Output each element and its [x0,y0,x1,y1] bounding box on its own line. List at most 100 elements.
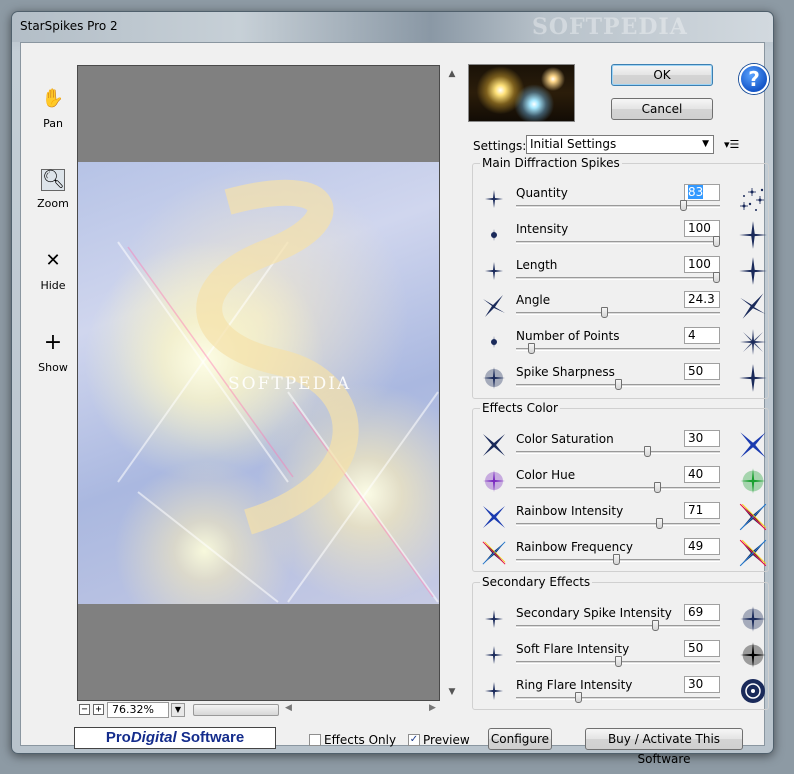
slider-value-input[interactable]: 49 [684,538,720,555]
slider-value-input[interactable]: 100 [684,256,720,273]
soft-flare-star-icon [481,642,507,668]
cancel-button[interactable]: Cancel [611,98,713,120]
angle-preview-icon [738,291,768,321]
plus-icon: + [43,330,63,355]
slider-value-input[interactable]: 100 [684,220,720,237]
scroll-right-icon[interactable]: ▶ [429,703,436,713]
slider-value-text: 30 [688,431,704,445]
slider-label: Angle [516,293,551,307]
tool-show[interactable]: + Show [33,330,73,375]
configure-button[interactable]: Configure [488,728,552,750]
window-title: StarSpikes Pro 2 [20,19,118,33]
zoom-dropdown-button[interactable]: ▼ [171,703,185,717]
sharpness-star-icon [481,365,507,391]
hue-star-icon [481,468,507,494]
slider-thumb[interactable] [644,446,651,457]
logo-part-pro: Pro [105,729,131,746]
magnifier-icon: 🔍︎ [41,169,65,191]
group-secondary-title: Secondary Effects [480,575,593,589]
slider-value-input[interactable]: 24.3 [684,291,720,308]
slider-value-input[interactable]: 83 [684,184,720,201]
rainbow-intensity-star-icon [481,504,507,530]
slider-label: Color Hue [516,468,576,482]
slider-value-text: 49 [688,539,704,553]
title-bar[interactable]: StarSpikes Pro 2 SOFTPEDIA [12,12,773,42]
slider-value-input[interactable]: 30 [684,430,720,447]
slider-thumb[interactable] [654,482,661,493]
slider-track[interactable] [516,625,720,628]
slider-value-input[interactable]: 40 [684,466,720,483]
chevron-down-icon: ▼ [702,139,709,149]
slider-track[interactable] [516,451,720,454]
rainbow-frequency-preview-icon [738,538,768,568]
slider-value-input[interactable]: 30 [684,676,720,693]
slider-track[interactable] [516,697,720,700]
slider-row-ring-flare-intensity: Ring Flare Intensity 30 [473,674,769,710]
slider-row-intensity: Intensity 100 [473,218,769,254]
slider-thumb[interactable] [713,272,720,283]
slider-track[interactable] [516,312,720,315]
settings-menu-icon[interactable]: ▾☰ [724,138,739,151]
tool-pan[interactable]: ✋ Pan [33,87,73,130]
quantity-star-icon [481,186,507,212]
tool-zoom[interactable]: 🔍︎ Zoom [33,169,73,210]
slider-track[interactable] [516,348,720,351]
slider-track[interactable] [516,523,720,526]
slider-value-text: 100 [688,221,711,235]
zoom-out-button[interactable]: − [79,704,90,715]
dialog-client: ✋ Pan 🔍︎ Zoom ✕ Hide + Show SOFTPEDIA ▲ … [20,42,769,766]
settings-selected-value: Initial Settings [530,137,617,151]
logo-part-software: Software [176,729,245,746]
slider-value-input[interactable]: 69 [684,604,720,621]
scroll-left-icon[interactable]: ◀ [285,703,292,713]
tool-hide[interactable]: ✕ Hide [33,249,73,292]
slider-thumb[interactable] [680,200,687,211]
slider-track[interactable] [516,487,720,490]
saturation-star-icon [481,432,507,458]
hscroll-thumb[interactable] [193,704,279,716]
scroll-down-icon[interactable]: ▼ [445,687,459,697]
zoom-input[interactable]: 76.32% [107,702,169,718]
slider-thumb[interactable] [528,343,535,354]
slider-thumb[interactable] [713,236,720,247]
effect-thumbnail [468,64,575,122]
slider-thumb[interactable] [575,692,582,703]
prodigital-logo: ProDigital Software [74,727,276,749]
preview-vscrollbar[interactable]: ▲ ▼ [445,65,459,701]
slider-thumb[interactable] [656,518,663,529]
zoom-in-button[interactable]: + [93,704,104,715]
slider-row-secondary-spike-intensity: Secondary Spike Intensity 69 [473,602,769,638]
slider-value-text: 50 [688,364,704,378]
slider-thumb[interactable] [613,554,620,565]
buy-activate-button[interactable]: Buy / Activate This Software [585,728,743,766]
help-icon[interactable]: ? [739,64,769,94]
preview-canvas[interactable]: SOFTPEDIA [77,65,440,701]
slider-value-input[interactable]: 50 [684,640,720,657]
slider-thumb[interactable] [615,656,622,667]
slider-track[interactable] [516,277,720,280]
slider-thumb[interactable] [601,307,608,318]
ok-button[interactable]: OK [611,64,713,86]
slider-row-rainbow-frequency: Rainbow Frequency 49 [473,536,769,572]
slider-label: Rainbow Frequency [516,540,633,554]
slider-track[interactable] [516,205,720,208]
slider-row-color-hue: Color Hue 40 [473,464,769,500]
slider-value-input[interactable]: 71 [684,502,720,519]
slider-value-input[interactable]: 4 [684,327,720,344]
preview-checkbox[interactable]: ✓ [408,734,420,746]
slider-label: Rainbow Intensity [516,504,624,518]
effects-only-label: Effects Only [324,733,397,747]
slider-thumb[interactable] [615,379,622,390]
slider-row-angle: Angle 24.3 [473,289,769,325]
slider-value-input[interactable]: 50 [684,363,720,380]
scroll-up-icon[interactable]: ▲ [445,69,459,79]
slider-row-length: Length 100 [473,254,769,290]
slider-thumb[interactable] [652,620,659,631]
preview-label: Preview [423,733,470,747]
slider-label: Ring Flare Intensity [516,678,633,692]
effects-only-checkbox[interactable] [309,734,321,746]
settings-select[interactable]: Initial Settings ▼ [526,135,714,154]
preview-watermark: SOFTPEDIA [228,374,352,394]
app-window: StarSpikes Pro 2 SOFTPEDIA ✋ Pan 🔍︎ Zoom… [11,11,774,766]
slider-track[interactable] [516,241,720,244]
